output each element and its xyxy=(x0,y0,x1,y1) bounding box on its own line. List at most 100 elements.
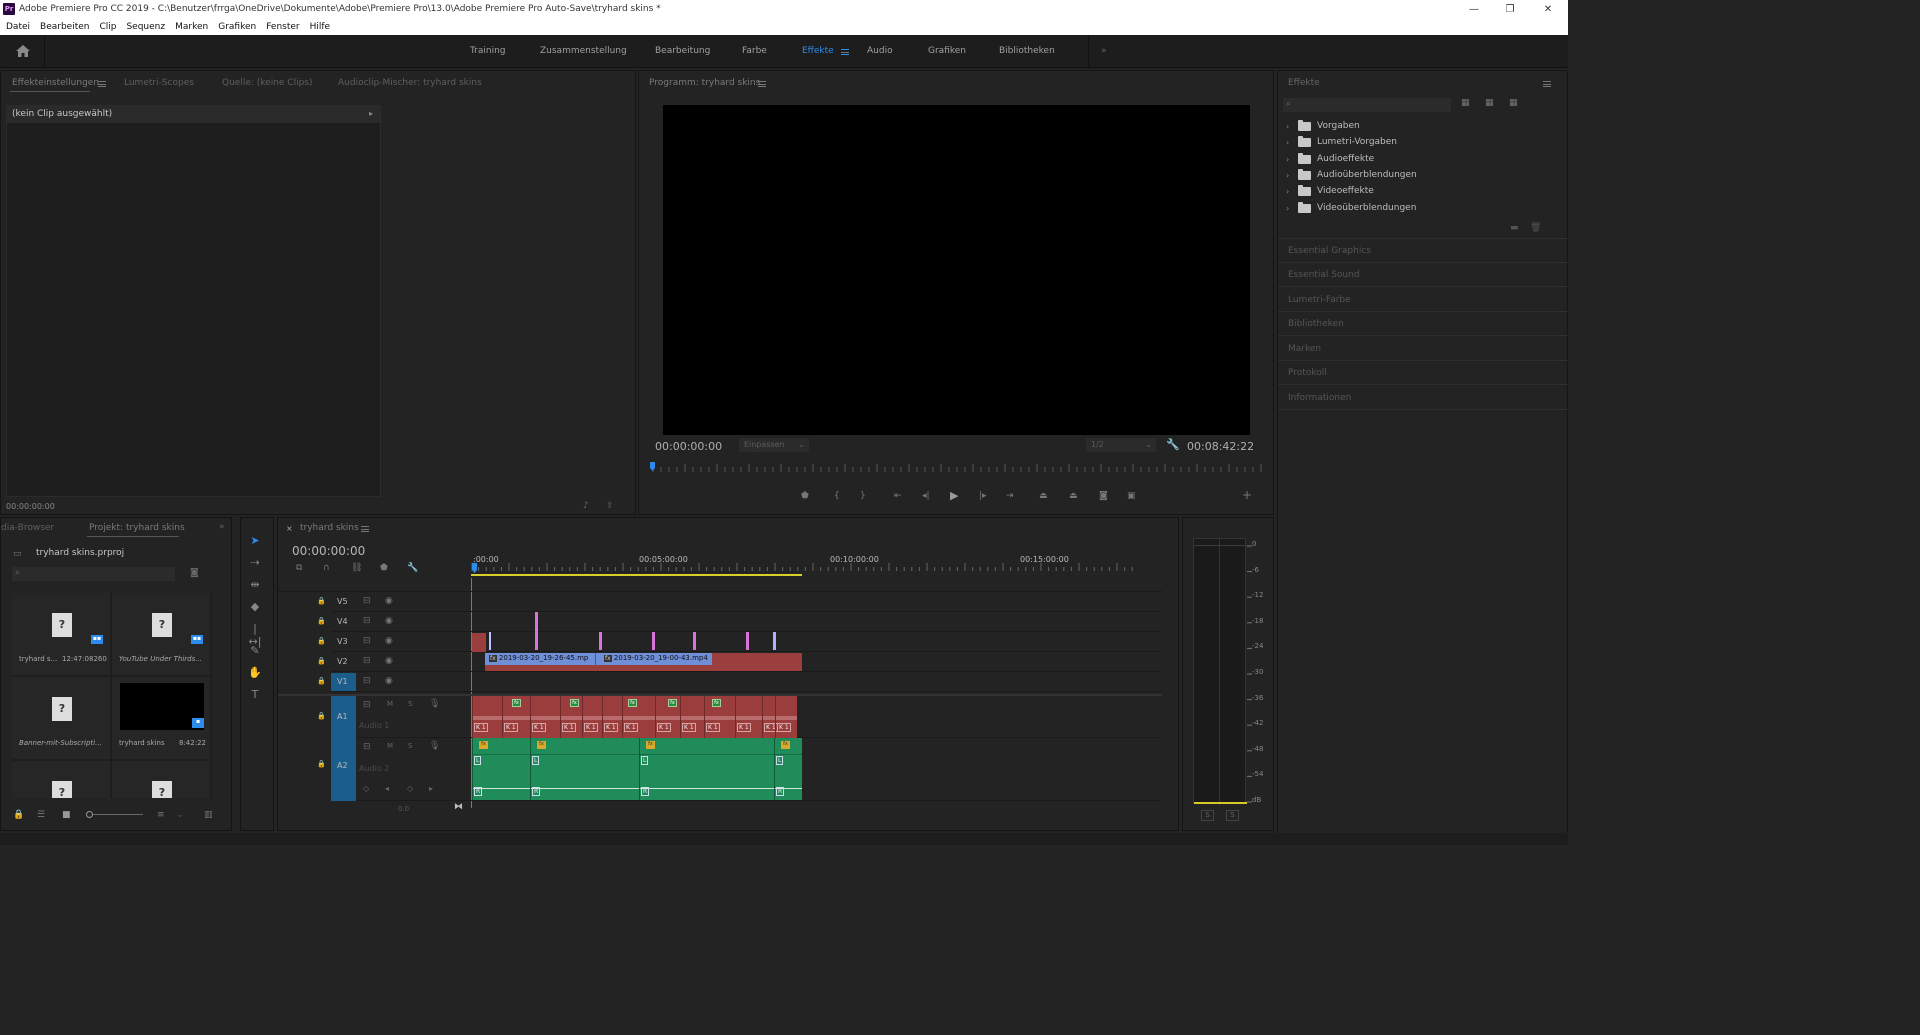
volume-keyframe-badge[interactable]: K 1 xyxy=(737,723,751,732)
tab-media-browser[interactable]: dia-Browser xyxy=(1,523,54,533)
volume-keyframe-badge[interactable]: K 1 xyxy=(777,723,791,732)
effects-folder-videoueberblendungen[interactable]: › Videoüberblendungen xyxy=(1286,201,1416,215)
new-bin-icon[interactable]: ▬ xyxy=(1510,223,1519,233)
clip-edge[interactable] xyxy=(602,696,603,738)
clip-edge[interactable] xyxy=(472,738,473,800)
program-video-frame[interactable] xyxy=(663,105,1250,435)
sync-lock-icon[interactable]: ⊟ xyxy=(363,636,371,646)
eye-icon[interactable]: ◉ xyxy=(385,616,393,626)
menu-fenster[interactable]: Fenster xyxy=(266,22,299,32)
lock-icon[interactable]: 🔒 xyxy=(317,760,326,768)
track-v4[interactable]: 🔒 V4 ⊟ ◉ xyxy=(317,612,1161,632)
clip-edge[interactable] xyxy=(622,696,623,738)
trash-icon[interactable]: 🗑 xyxy=(1530,223,1541,233)
microphone-icon[interactable]: 🎙 xyxy=(429,699,440,709)
effects-folder-lumetri-vorgaben[interactable]: › Lumetri-Vorgaben xyxy=(1286,135,1397,149)
eye-icon[interactable]: ◉ xyxy=(385,676,393,686)
lock-icon[interactable]: 🔒 xyxy=(13,810,24,820)
clip-edge[interactable] xyxy=(560,696,561,738)
sync-lock-icon[interactable]: ⊟ xyxy=(363,676,371,686)
more-panels-icon[interactable]: » xyxy=(219,522,225,532)
project-item[interactable]: ? ▪▪ YouTube Under Thirds... xyxy=(112,593,210,675)
panel-essential-sound[interactable]: Essential Sound xyxy=(1278,263,1568,287)
add-button-icon[interactable]: + xyxy=(1242,488,1252,502)
linked-selection-icon[interactable]: ⛓ xyxy=(351,563,362,573)
project-item[interactable]: ▪ tryhard skins 8:42:22 xyxy=(112,677,210,759)
effects-folder-audioeffekte[interactable]: › Audioeffekte xyxy=(1286,152,1374,166)
clip-edge[interactable] xyxy=(775,696,776,738)
microphone-icon[interactable]: 🎙 xyxy=(429,741,440,751)
effects-search-input[interactable]: ⌕ xyxy=(1283,98,1451,112)
sync-lock-icon[interactable]: ⊟ xyxy=(363,700,371,710)
lock-icon[interactable]: 🔒 xyxy=(317,677,326,685)
clip-edge[interactable] xyxy=(502,696,503,738)
tab-effekteinstellungen[interactable]: Effekteinstellungen xyxy=(12,78,99,88)
workspace-effekte[interactable]: Effekte xyxy=(802,46,834,56)
sync-lock-icon[interactable]: ⊟ xyxy=(363,616,371,626)
eye-icon[interactable]: ◉ xyxy=(385,596,393,606)
panel-informationen[interactable]: Informationen xyxy=(1278,386,1568,410)
clip-edge[interactable] xyxy=(655,696,656,738)
v4-clip-marker[interactable] xyxy=(535,612,538,650)
pen-tool-icon[interactable]: ✎ xyxy=(248,644,262,658)
program-timecode-current[interactable]: 00:00:00:00 xyxy=(655,440,722,453)
go-to-in-icon[interactable]: ⇤ xyxy=(894,491,902,501)
clip-edge[interactable] xyxy=(639,738,640,800)
razor-tool-icon[interactable]: ◆ xyxy=(248,600,262,614)
minimize-button[interactable]: — xyxy=(1456,0,1492,18)
video-clip[interactable]: fx 2019-03-20_19-26-45.mp xyxy=(485,653,595,665)
eye-icon[interactable]: ◉ xyxy=(385,636,393,646)
menu-datei[interactable]: Datei xyxy=(6,22,30,32)
close-button[interactable]: ✕ xyxy=(1530,0,1566,18)
panel-protokoll[interactable]: Protokoll xyxy=(1278,361,1568,385)
export-audio-icon[interactable]: ♪ xyxy=(583,501,589,511)
v3-clip-marker[interactable] xyxy=(489,632,491,650)
next-keyframe-icon[interactable]: ▸ xyxy=(429,784,433,793)
panel-essential-graphics[interactable]: Essential Graphics xyxy=(1278,239,1568,263)
program-menu-icon[interactable] xyxy=(758,81,766,87)
resolution-dropdown[interactable]: 1/2 ⌄ xyxy=(1086,438,1156,452)
wrench-icon[interactable]: 🔧 xyxy=(1166,438,1180,451)
zoom-slider[interactable] xyxy=(88,814,143,815)
lift-icon[interactable]: ⏏ xyxy=(1039,491,1048,501)
timeline-menu-icon[interactable] xyxy=(361,526,369,532)
track-v5[interactable]: 🔒 V5 ⊟ ◉ xyxy=(317,592,1161,612)
slip-tool-icon[interactable]: |↔| xyxy=(248,622,262,648)
panel-marken[interactable]: Marken xyxy=(1278,337,1568,361)
effects-menu-icon[interactable] xyxy=(1543,81,1551,87)
lock-icon[interactable]: 🔒 xyxy=(317,657,326,665)
type-tool-icon[interactable]: T xyxy=(248,688,262,702)
add-keyframe-icon[interactable]: ◇ xyxy=(407,784,413,793)
solo-left-button[interactable]: S xyxy=(1201,810,1214,821)
panel-menu-icon[interactable] xyxy=(98,81,106,87)
icon-view-icon[interactable]: ■ xyxy=(62,810,71,820)
zoom-slider-handle[interactable] xyxy=(86,811,93,818)
mark-out-icon[interactable]: } xyxy=(860,491,866,501)
volume-keyframe-badge[interactable]: K 1 xyxy=(584,723,598,732)
new-search-bin-icon[interactable]: ◙ xyxy=(190,568,199,578)
v3-clip-marker[interactable] xyxy=(599,632,602,650)
keyframe-icon[interactable]: ◇ xyxy=(363,784,369,793)
fx-badge[interactable]: fx xyxy=(570,699,579,707)
fit-dropdown[interactable]: Einpassen ⌄ xyxy=(739,438,809,452)
tab-lumetri-scopes[interactable]: Lumetri-Scopes xyxy=(124,78,194,88)
workspace-bibliotheken[interactable]: Bibliotheken xyxy=(999,46,1055,56)
export-frame-icon[interactable]: ⇪ xyxy=(606,501,614,511)
sync-lock-icon[interactable]: ⊟ xyxy=(363,742,371,752)
a1-audio-clips[interactable]: K 1K 1K 1K 1K 1K 1K 1K 1K 1K 1K 1K 1K 1f… xyxy=(472,696,797,738)
go-to-out-icon[interactable]: ⇥ xyxy=(1006,491,1014,501)
marker-icon[interactable]: ⬟ xyxy=(380,563,388,573)
volume-keyframe-badge[interactable]: K 1 xyxy=(474,723,488,732)
lock-icon[interactable]: 🔒 xyxy=(317,712,326,720)
clip-edge[interactable] xyxy=(704,696,705,738)
clip-edge[interactable] xyxy=(530,738,531,800)
ripple-edit-tool-icon[interactable]: ⇹ xyxy=(248,578,262,592)
clip-edge[interactable] xyxy=(582,696,583,738)
panel-bibliotheken[interactable]: Bibliotheken xyxy=(1278,312,1568,336)
video-clip[interactable]: fx 2019-03-20_19-00-43.mp4 xyxy=(596,653,712,665)
fx-badge[interactable]: fx xyxy=(512,699,521,707)
clip-edge[interactable] xyxy=(680,696,681,738)
program-time-ruler[interactable] xyxy=(649,461,1264,477)
workspace-bearbeitung[interactable]: Bearbeitung xyxy=(655,46,710,56)
add-marker-icon[interactable]: ⬟ xyxy=(801,491,809,501)
